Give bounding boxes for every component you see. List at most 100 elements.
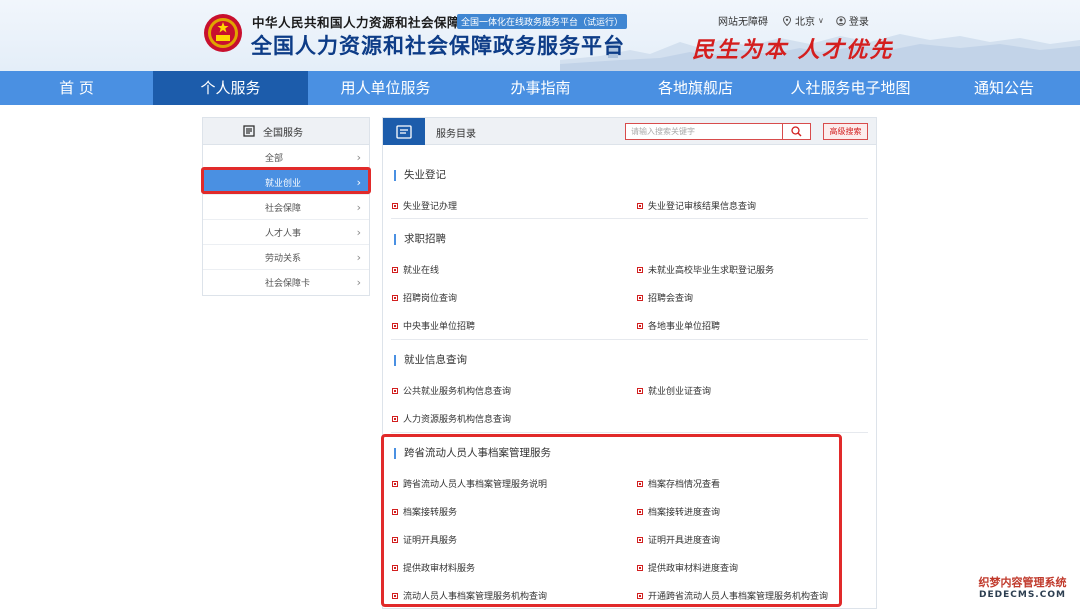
service-link[interactable]: 流动人员人事档案管理服务机构查询 <box>392 589 547 602</box>
bullet-icon <box>637 480 643 487</box>
user-icon <box>836 15 846 26</box>
site-title: 全国人力资源和社会保障政务服务平台 <box>251 34 625 58</box>
service-label: 就业在线 <box>403 266 440 276</box>
chevron-down-icon: ∨ <box>818 16 824 25</box>
service-link[interactable]: 各地事业单位招聘 <box>637 319 720 332</box>
chevron-right-icon: › <box>356 225 361 239</box>
sidebar-item-labor-relations[interactable]: 劳动关系 › <box>203 245 369 270</box>
advanced-search-button[interactable]: 高级搜索 <box>823 123 868 140</box>
service-link[interactable]: 就业创业证查询 <box>637 384 711 397</box>
bullet-icon <box>392 536 398 543</box>
bullet-icon <box>392 387 398 394</box>
service-link[interactable]: 档案存档情况查看 <box>637 477 720 490</box>
service-label: 提供政审材料进度查询 <box>648 564 739 574</box>
service-link[interactable]: 失业登记办理 <box>392 199 457 212</box>
service-label: 招聘岗位查询 <box>403 294 458 304</box>
bullet-icon <box>637 592 643 599</box>
panel-title: 服务目录 <box>436 129 476 140</box>
top-links: 网站无障碍 北京 ∨ 登录 <box>718 13 869 28</box>
section-divider <box>391 432 868 433</box>
service-link[interactable]: 证明开具服务 <box>392 533 457 546</box>
service-category-sidebar: 全国服务 全部 › 就业创业 › 社会保障 › 人才人事 › 劳动关系 › 社会保障卡 › <box>202 117 370 296</box>
service-link[interactable]: 就业在线 <box>392 263 439 276</box>
bullet-icon <box>392 322 398 329</box>
bullet-icon <box>637 508 643 515</box>
service-link[interactable]: 提供政审材料进度查询 <box>637 561 738 574</box>
sidebar-item-social-security[interactable]: 社会保障 › <box>203 195 369 220</box>
sidebar-title: 全国服务 <box>263 127 303 139</box>
service-link[interactable]: 公共就业服务机构信息查询 <box>392 384 511 397</box>
nav-employer-services[interactable]: 用人单位服务 <box>308 71 463 105</box>
bullet-icon <box>637 202 643 209</box>
chevron-right-icon: › <box>356 175 361 189</box>
sidebar-item-talent[interactable]: 人才人事 › <box>203 220 369 245</box>
sidebar-header: 全国服务 <box>203 118 369 145</box>
accessibility-link[interactable]: 网站无障碍 <box>718 13 768 28</box>
service-link[interactable]: 招聘岗位查询 <box>392 291 457 304</box>
chevron-right-icon: › <box>356 200 361 214</box>
chevron-right-icon: › <box>356 250 361 264</box>
search-icon <box>791 126 802 137</box>
sidebar-item-all[interactable]: 全部 › <box>203 145 369 170</box>
sidebar-item-label: 就业创业 <box>265 178 302 189</box>
slogan-calligraphy: 民生为本 人才优先 <box>692 37 894 63</box>
service-label: 失业登记审核结果信息查询 <box>648 202 757 212</box>
service-label: 失业登记办理 <box>403 202 458 212</box>
section-title: 失业登记 <box>394 170 446 181</box>
nav-service-map[interactable]: 人社服务电子地图 <box>773 71 928 105</box>
bullet-icon <box>392 564 398 571</box>
service-label: 中央事业单位招聘 <box>403 322 476 332</box>
nav-local-stores[interactable]: 各地旗舰店 <box>618 71 773 105</box>
section-divider <box>391 339 868 340</box>
service-link[interactable]: 招聘会查询 <box>637 291 693 304</box>
bullet-icon <box>637 536 643 543</box>
nav-home[interactable]: 首 页 <box>0 71 153 105</box>
national-emblem-icon <box>204 14 242 52</box>
service-label: 就业创业证查询 <box>648 387 712 397</box>
service-link[interactable]: 中央事业单位招聘 <box>392 319 475 332</box>
location-selector[interactable]: 北京 ∨ <box>782 13 824 28</box>
login-label: 登录 <box>848 17 869 28</box>
service-label: 跨省流动人员人事档案管理服务说明 <box>403 480 548 490</box>
service-link[interactable]: 失业登记审核结果信息查询 <box>637 199 756 212</box>
bullet-icon <box>392 202 398 209</box>
service-label: 未就业高校毕业生求职登记服务 <box>648 266 775 276</box>
search-button[interactable] <box>783 123 811 140</box>
search-input[interactable]: 请输入搜索关键字 <box>625 123 783 140</box>
bullet-icon <box>637 266 643 273</box>
site-header: 中华人民共和国人力资源和社会保障部 全国一体化在线政务服务平台（试运行） 全国人… <box>0 0 1080 71</box>
chevron-right-icon: › <box>356 150 361 164</box>
service-label: 开通跨省流动人员人事档案管理服务机构查询 <box>648 592 829 602</box>
service-link[interactable]: 开通跨省流动人员人事档案管理服务机构查询 <box>637 589 828 602</box>
service-list-icon <box>243 125 255 137</box>
service-link[interactable]: 人力资源服务机构信息查询 <box>392 412 511 425</box>
bullet-icon <box>637 564 643 571</box>
service-link[interactable]: 证明开具进度查询 <box>637 533 720 546</box>
bullet-icon <box>392 294 398 301</box>
nav-service-guide[interactable]: 办事指南 <box>463 71 618 105</box>
bullet-icon <box>637 387 643 394</box>
watermark-line-1: 织梦内容管理系统 <box>978 576 1067 589</box>
sidebar-item-ss-card[interactable]: 社会保障卡 › <box>203 270 369 295</box>
service-label: 档案接转进度查询 <box>648 508 721 518</box>
service-link[interactable]: 跨省流动人员人事档案管理服务说明 <box>392 477 547 490</box>
service-label: 公共就业服务机构信息查询 <box>403 387 512 397</box>
service-label: 各地事业单位招聘 <box>648 322 721 332</box>
sidebar-item-label: 劳动关系 <box>265 253 302 264</box>
watermark-line-2: DEDECMS.COM <box>979 590 1066 600</box>
section-divider <box>391 218 868 219</box>
sidebar-item-label: 社会保障 <box>265 203 302 214</box>
section-title: 就业信息查询 <box>394 355 467 366</box>
service-link[interactable]: 提供政审材料服务 <box>392 561 475 574</box>
service-link[interactable]: 档案接转服务 <box>392 505 457 518</box>
sidebar-item-employment[interactable]: 就业创业 › <box>203 170 369 195</box>
directory-icon <box>383 118 425 145</box>
login-link[interactable]: 登录 <box>836 13 869 28</box>
service-link[interactable]: 档案接转进度查询 <box>637 505 720 518</box>
section-title: 求职招聘 <box>394 234 446 245</box>
service-link[interactable]: 未就业高校毕业生求职登记服务 <box>637 263 774 276</box>
nav-personal-services[interactable]: 个人服务 <box>153 71 308 105</box>
bullet-icon <box>637 322 643 329</box>
bullet-icon <box>392 508 398 515</box>
nav-announcements[interactable]: 通知公告 <box>928 71 1080 105</box>
